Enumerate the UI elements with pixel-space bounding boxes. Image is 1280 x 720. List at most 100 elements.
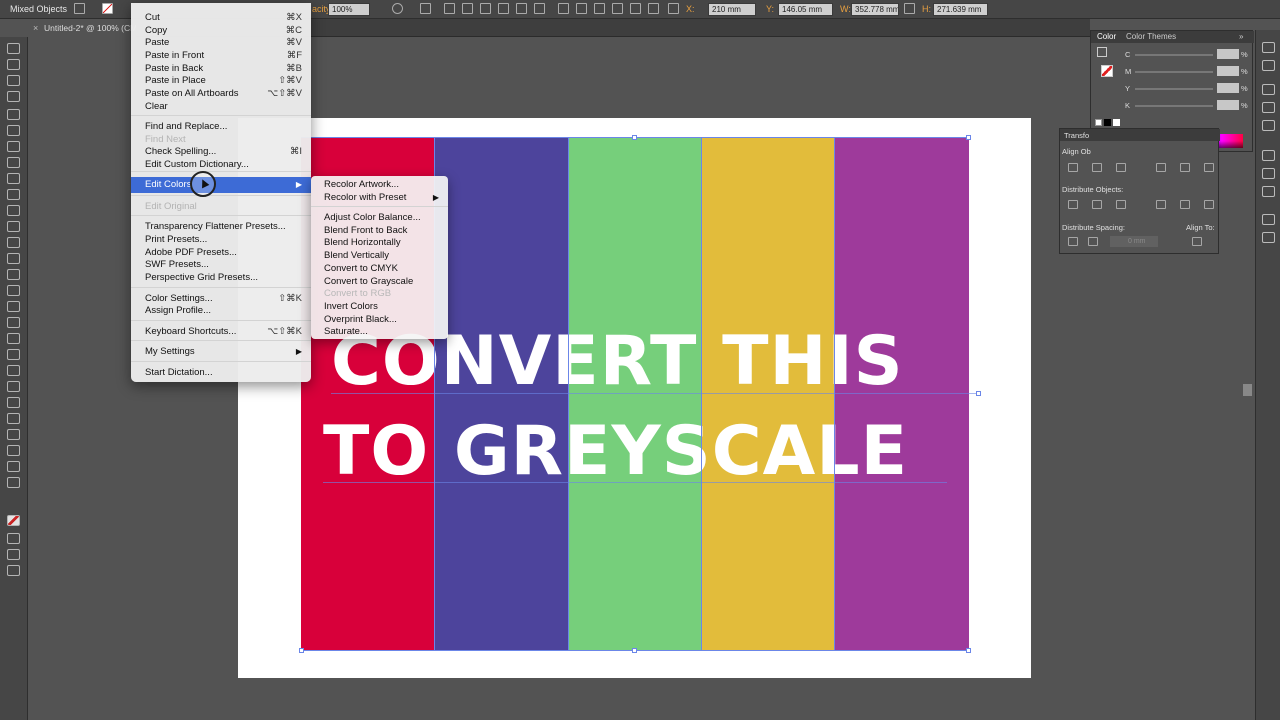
graph-tool-icon[interactable]	[7, 429, 20, 440]
spacing-field[interactable]: 0 mm	[1110, 236, 1158, 247]
handle-middle-right[interactable]	[976, 391, 981, 396]
align-bottom-edge-icon[interactable]	[1204, 163, 1214, 172]
submenu-item[interactable]: Invert Colors	[311, 300, 448, 313]
color-guide-icon[interactable]	[1262, 60, 1275, 71]
rotate-tool-icon[interactable]	[7, 253, 20, 264]
edit-menu-item[interactable]: Check Spelling... ⌘I	[131, 145, 311, 158]
brushes-icon[interactable]	[1262, 168, 1275, 179]
distribute-icon-3[interactable]	[594, 3, 605, 14]
submenu-item[interactable]: Blend Horizontally	[311, 236, 448, 249]
handle-bottom-right[interactable]	[966, 648, 971, 653]
reference-point-icon[interactable]	[668, 3, 679, 14]
close-tab-icon[interactable]: ×	[33, 19, 38, 37]
scale-tool-icon[interactable]	[7, 269, 20, 280]
channel-c-slider[interactable]	[1135, 54, 1213, 56]
free-transform-tool-icon[interactable]	[7, 301, 20, 312]
tab-transform[interactable]: Transfo	[1064, 131, 1089, 140]
fill-stroke-swatch-icon[interactable]	[7, 515, 20, 526]
submenu-item[interactable]: Blend Vertically	[311, 249, 448, 262]
handle-bottom-left[interactable]	[299, 648, 304, 653]
edit-menu-item[interactable]: Cut ⌘X	[131, 11, 311, 24]
submenu-item[interactable]: Recolor Artwork...	[311, 178, 448, 191]
handle-top-right[interactable]	[966, 135, 971, 140]
channel-y-slider[interactable]	[1135, 88, 1213, 90]
document-tab[interactable]: × Untitled-2* @ 100% (CMYK	[28, 19, 136, 37]
blend-tool-icon[interactable]	[7, 397, 20, 408]
paintbrush-tool-icon[interactable]	[7, 189, 20, 200]
hand-tool-icon[interactable]	[7, 461, 20, 472]
align-left-icon[interactable]	[444, 3, 455, 14]
align-vertical-center-icon[interactable]	[1180, 163, 1190, 172]
align-right-edge-icon[interactable]	[1116, 163, 1126, 172]
tab-color[interactable]: Color	[1097, 31, 1116, 43]
link-proportions-icon[interactable]	[904, 3, 915, 14]
shape-builder-tool-icon[interactable]	[7, 317, 20, 328]
edit-menu-item[interactable]: Edit Colors ▶	[131, 177, 311, 193]
submenu-item[interactable]: Convert to CMYK	[311, 262, 448, 275]
w-field[interactable]: 352.778 mm	[851, 3, 899, 16]
y-field[interactable]: 146.05 mm	[778, 3, 833, 16]
distribute-icon-6[interactable]	[648, 3, 659, 14]
align-top-edge-icon[interactable]	[1156, 163, 1166, 172]
distribute-top-icon[interactable]	[1068, 200, 1078, 209]
properties-icon[interactable]	[1262, 84, 1275, 95]
layers-icon[interactable]	[1262, 102, 1275, 113]
selection-tool-icon[interactable]	[7, 43, 20, 54]
drawing-mode-icon[interactable]	[7, 549, 20, 560]
edit-menu-item[interactable]: SWF Presets...	[131, 258, 311, 271]
edit-menu-item[interactable]: Edit Custom Dictionary...	[131, 158, 311, 171]
channel-m-field[interactable]	[1217, 66, 1239, 76]
distribute-icon-4[interactable]	[612, 3, 623, 14]
distribute-bottom-icon[interactable]	[1116, 200, 1126, 209]
submenu-item[interactable]: Adjust Color Balance...	[311, 211, 448, 224]
submenu-item[interactable]: Recolor with Preset ▶	[311, 191, 448, 204]
tab-color-themes[interactable]: Color Themes	[1126, 31, 1176, 43]
headline-line-2[interactable]: TO GREYSCALE	[323, 412, 908, 491]
zoom-tool-icon[interactable]	[7, 477, 20, 488]
edit-menu-item[interactable]: Perspective Grid Presets...	[131, 271, 311, 284]
distribute-hspace-icon[interactable]	[1088, 237, 1098, 246]
channel-k-slider[interactable]	[1135, 105, 1213, 107]
curvature-tool-icon[interactable]	[7, 125, 20, 136]
distribute-hcenter-icon[interactable]	[1180, 200, 1190, 209]
distribute-icon-1[interactable]	[558, 3, 569, 14]
symbols-icon[interactable]	[1262, 186, 1275, 197]
eyedropper-tool-icon[interactable]	[7, 381, 20, 392]
default-colors-icon[interactable]	[1097, 47, 1107, 57]
edit-menu-item[interactable]: Find and Replace...	[131, 120, 311, 133]
align-right-icon[interactable]	[480, 3, 491, 14]
white-swatch[interactable]	[1113, 119, 1120, 126]
align-horizontal-center-icon[interactable]	[1092, 163, 1102, 172]
fill-stroke-icon[interactable]	[1101, 65, 1113, 77]
pencil-tool-icon[interactable]	[7, 221, 20, 232]
align-top-icon[interactable]	[498, 3, 509, 14]
opacity-field[interactable]: 100%	[328, 3, 370, 16]
edit-menu-item[interactable]: Assign Profile...	[131, 304, 311, 317]
edit-menu-item[interactable]: Paste on All Artboards ⌥⇧⌘V	[131, 87, 311, 100]
color-mode-icon[interactable]	[7, 533, 20, 544]
gradient-tool-icon[interactable]	[7, 365, 20, 376]
h-field[interactable]: 271.639 mm	[933, 3, 988, 16]
align-to-selection-icon[interactable]	[1192, 237, 1202, 246]
libraries-icon[interactable]	[1262, 120, 1275, 131]
collapse-panel-icon[interactable]: »	[1239, 31, 1243, 43]
screen-mode-icon[interactable]	[7, 565, 20, 576]
vertical-scrollbar-thumb[interactable]	[1243, 384, 1252, 396]
distribute-left-icon[interactable]	[1156, 200, 1166, 209]
handle-top-center[interactable]	[632, 135, 637, 140]
type-tool-icon[interactable]	[7, 141, 20, 152]
edit-menu-item[interactable]: Print Presets...	[131, 233, 311, 246]
handle-bottom-center[interactable]	[632, 648, 637, 653]
edit-menu-item[interactable]: My Settings ▶	[131, 345, 311, 358]
perspective-grid-tool-icon[interactable]	[7, 333, 20, 344]
distribute-vcenter-icon[interactable]	[1092, 200, 1102, 209]
align-center-icon[interactable]	[462, 3, 473, 14]
align-bottom-icon[interactable]	[534, 3, 545, 14]
channel-c-field[interactable]	[1217, 49, 1239, 59]
channel-m-slider[interactable]	[1135, 71, 1213, 73]
line-tool-icon[interactable]	[7, 157, 20, 168]
channel-k-field[interactable]	[1217, 100, 1239, 110]
black-swatch[interactable]	[1104, 119, 1111, 126]
submenu-item[interactable]: Saturate...	[311, 325, 448, 338]
edit-menu-item[interactable]: Paste in Place ⇧⌘V	[131, 74, 311, 87]
